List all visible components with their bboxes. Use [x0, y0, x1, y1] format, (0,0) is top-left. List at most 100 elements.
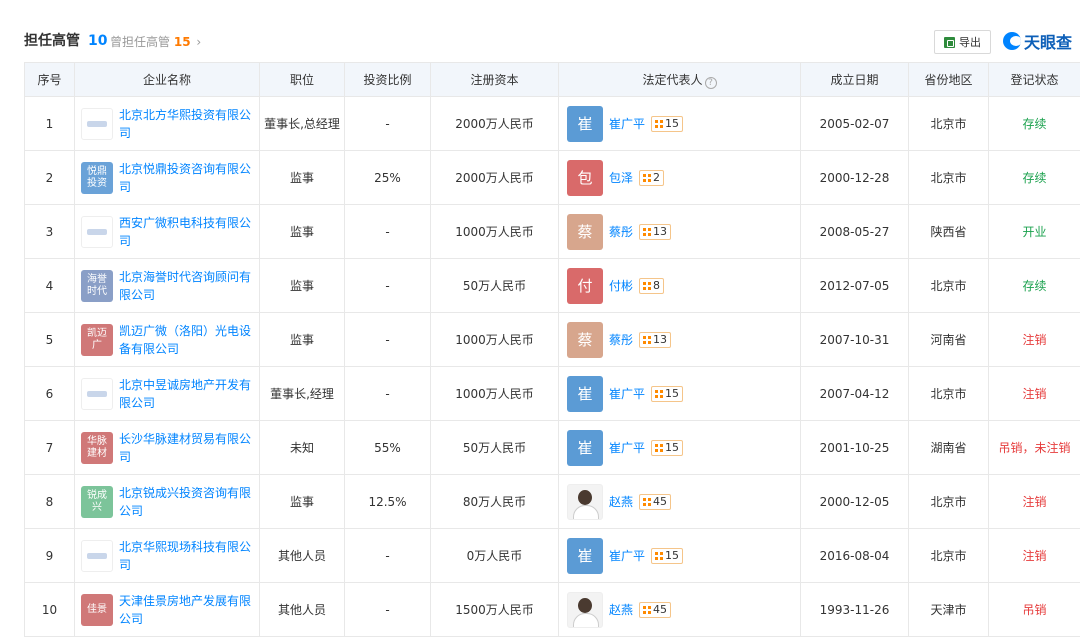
related-companies-badge[interactable]: 8 — [639, 277, 665, 294]
related-companies-badge[interactable]: 15 — [651, 547, 684, 564]
excel-icon — [944, 36, 955, 48]
company-cell: 北京中昱诚房地产开发有限公司 — [74, 366, 260, 421]
legal-rep-name-link[interactable]: 崔广平 — [609, 385, 645, 402]
row-index: 3 — [24, 204, 75, 259]
company-name-link[interactable]: 凯迈广微（洛阳）光电设备有限公司 — [119, 322, 253, 358]
related-companies-count: 45 — [653, 603, 668, 616]
company-name-link[interactable]: 北京悦鼎投资咨询有限公司 — [119, 160, 253, 196]
related-companies-badge[interactable]: 15 — [651, 385, 684, 402]
row-index: 6 — [24, 366, 75, 421]
legal-rep-name-link[interactable]: 崔广平 — [609, 547, 645, 564]
related-companies-count: 15 — [665, 441, 680, 454]
company-logo[interactable]: 锐成兴 — [81, 485, 113, 518]
table-row: 8 锐成兴 北京锐成兴投资咨询有限公司 监事 12.5% 80万人民币 赵燕 4… — [24, 474, 1080, 529]
position: 监事 — [259, 204, 345, 259]
company-cell: 北京华熙现场科技有限公司 — [74, 528, 260, 583]
company-name-link[interactable]: 长沙华脉建材贸易有限公司 — [119, 430, 253, 466]
legal-rep-avatar[interactable]: 崔 — [567, 375, 603, 412]
region: 湖南省 — [908, 420, 989, 475]
investment-ratio: - — [344, 204, 431, 259]
legal-rep-avatar[interactable]: 崔 — [567, 429, 603, 466]
company-cell: 海誉时代 北京海誉时代咨询顾问有限公司 — [74, 258, 260, 313]
table-row: 2 悦鼎投资 北京悦鼎投资咨询有限公司 监事 25% 2000万人民币 包 包泽… — [24, 150, 1080, 205]
legal-rep-avatar[interactable]: 蔡 — [567, 321, 603, 358]
legal-rep-name-link[interactable]: 崔广平 — [609, 115, 645, 132]
company-name-link[interactable]: 北京中昱诚房地产开发有限公司 — [119, 376, 253, 412]
company-name-link[interactable]: 天津佳景房地产发展有限公司 — [119, 592, 253, 628]
section-count: 10 — [88, 33, 108, 49]
legal-rep-name-link[interactable]: 赵燕 — [609, 493, 633, 510]
related-companies-badge[interactable]: 45 — [639, 493, 672, 510]
legal-rep-cell: 崔 崔广平 15 — [558, 528, 801, 583]
established-date: 1993-11-26 — [800, 582, 909, 637]
past-executives-link[interactable]: 曾担任高管 15 › — [110, 35, 201, 49]
legal-rep-avatar[interactable]: 付 — [567, 267, 603, 304]
company-logo[interactable]: 佳景 — [81, 593, 113, 626]
company-logo-mark-icon — [87, 552, 107, 559]
related-companies-count: 15 — [665, 117, 680, 130]
investment-ratio: - — [344, 366, 431, 421]
company-logo-mark-icon — [87, 120, 107, 127]
related-companies-badge[interactable]: 15 — [651, 439, 684, 456]
company-name-link[interactable]: 北京北方华熙投资有限公司 — [119, 106, 253, 142]
past-executives-count: 15 — [173, 35, 191, 49]
export-button[interactable]: 导出 — [934, 30, 991, 54]
company-logo[interactable]: 凯迈广 — [81, 323, 113, 356]
position: 监事 — [259, 312, 345, 367]
row-index: 10 — [24, 582, 75, 637]
company-logo[interactable] — [81, 107, 113, 140]
related-companies-badge[interactable]: 15 — [651, 115, 684, 132]
table-row: 1 北京北方华熙投资有限公司 董事长,总经理 - 2000万人民币 崔 崔广平 … — [24, 96, 1080, 151]
legal-rep-cell: 崔 崔广平 15 — [558, 420, 801, 475]
legal-rep-name-link[interactable]: 付彬 — [609, 277, 633, 294]
related-companies-badge[interactable]: 13 — [639, 223, 672, 240]
legal-rep-avatar[interactable]: 蔡 — [567, 213, 603, 250]
company-logo[interactable]: 海誉时代 — [81, 269, 113, 302]
network-icon — [643, 335, 651, 344]
related-companies-badge[interactable]: 45 — [639, 601, 672, 618]
region: 北京市 — [908, 474, 989, 529]
col-legal-rep: 法定代表人? — [558, 62, 801, 97]
company-name-link[interactable]: 西安广微积电科技有限公司 — [119, 214, 253, 250]
legal-rep-avatar[interactable]: 崔 — [567, 537, 603, 574]
col-index: 序号 — [24, 62, 75, 97]
company-logo[interactable] — [81, 377, 113, 410]
related-companies-badge[interactable]: 13 — [639, 331, 672, 348]
company-logo[interactable] — [81, 539, 113, 572]
row-index: 4 — [24, 258, 75, 313]
registration-status: 吊销，未注销 — [988, 420, 1080, 475]
company-logo[interactable]: 悦鼎投资 — [81, 161, 113, 194]
company-name-link[interactable]: 北京锐成兴投资咨询有限公司 — [119, 484, 253, 520]
company-name-link[interactable]: 北京海誉时代咨询顾问有限公司 — [119, 268, 253, 304]
company-name-link[interactable]: 北京华熙现场科技有限公司 — [119, 538, 253, 574]
company-cell: 锐成兴 北京锐成兴投资咨询有限公司 — [74, 474, 260, 529]
legal-rep-avatar[interactable] — [567, 591, 603, 628]
position: 监事 — [259, 150, 345, 205]
position: 董事长,总经理 — [259, 96, 345, 151]
legal-rep-name-link[interactable]: 崔广平 — [609, 439, 645, 456]
established-date: 2008-05-27 — [800, 204, 909, 259]
legal-rep-name-link[interactable]: 蔡彤 — [609, 331, 633, 348]
investment-ratio: - — [344, 582, 431, 637]
legal-rep-name-link[interactable]: 赵燕 — [609, 601, 633, 618]
related-companies-count: 13 — [653, 333, 668, 346]
legal-rep-avatar[interactable]: 包 — [567, 159, 603, 196]
company-logo[interactable] — [81, 215, 113, 248]
network-icon — [643, 173, 651, 182]
related-companies-badge[interactable]: 2 — [639, 169, 665, 186]
company-logo[interactable]: 华脉建材 — [81, 431, 113, 464]
legal-rep-cell: 崔 崔广平 15 — [558, 366, 801, 421]
legal-rep-avatar[interactable]: 崔 — [567, 105, 603, 142]
legal-rep-avatar[interactable] — [567, 483, 603, 520]
registration-status: 存续 — [988, 258, 1080, 313]
col-status: 登记状态 — [988, 62, 1080, 97]
table-row: 4 海誉时代 北京海誉时代咨询顾问有限公司 监事 - 50万人民币 付 付彬 8… — [24, 258, 1080, 313]
legal-rep-name-link[interactable]: 包泽 — [609, 169, 633, 186]
person-photo-icon — [578, 489, 592, 505]
registration-status: 注销 — [988, 366, 1080, 421]
registered-capital: 2000万人民币 — [430, 150, 559, 205]
investment-ratio: 25% — [344, 150, 431, 205]
legal-rep-name-link[interactable]: 蔡彤 — [609, 223, 633, 240]
help-icon[interactable]: ? — [704, 76, 717, 89]
region: 陕西省 — [908, 204, 989, 259]
